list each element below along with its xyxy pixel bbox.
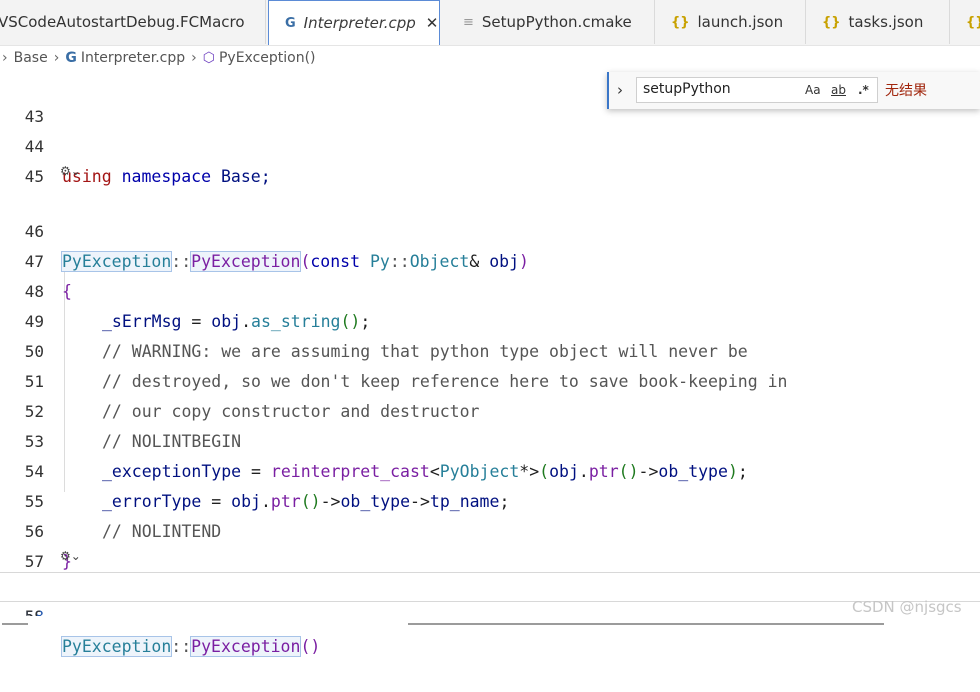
json-file-icon: {} — [822, 14, 841, 30]
cpp-file-icon: G — [285, 15, 296, 31]
line-number: 59 — [12, 602, 40, 616]
code-text: PyException::PyException() — [60, 636, 321, 657]
chevron-right-icon: › — [191, 50, 197, 66]
chevron-right-icon[interactable]: › — [617, 81, 623, 99]
code-text: _sErrMsg = obj.as_string(); — [102, 312, 371, 331]
breadcrumb-file[interactable]: Interpreter.cpp — [81, 50, 185, 66]
tab-label: Interpreter.cpp — [303, 14, 416, 32]
tab-overflow[interactable]: {} — [950, 0, 980, 44]
code-line: 57 — [0, 517, 44, 571]
json-file-icon: {} — [966, 14, 980, 30]
close-icon[interactable]: ✕ — [426, 14, 439, 32]
tab-label: SetupPython.cmake — [481, 13, 632, 31]
cpp-file-icon: G — [65, 50, 77, 66]
code-line: 54 _errorType = obj.ptr()->ob_type->tp_n… — [0, 427, 510, 511]
code-line: 48 _sErrMsg = obj.as_string(); — [0, 247, 371, 331]
code-line: 55 // NOLINTEND — [0, 457, 221, 541]
chevron-right-icon: › — [53, 50, 60, 66]
code-line: 44 using namespace Base; — [0, 102, 271, 186]
regex-toggle[interactable]: .* — [858, 83, 869, 97]
breadcrumb-folder[interactable]: Base — [14, 50, 48, 66]
tab-label: tasks.json — [848, 13, 924, 31]
find-widget: › setupPython Aa ab .* 无结果 — [607, 72, 980, 109]
comment: // NOLINTEND — [102, 522, 222, 541]
code-text: _exceptionType = reinterpret_cast<PyObje… — [102, 462, 748, 481]
comment: // destroyed, so we don't keep reference… — [102, 372, 788, 391]
code-text: using namespace Base; — [62, 167, 271, 186]
tab-label: VSCodeAutostartDebug.FCMacro — [0, 13, 245, 31]
code-text: { — [62, 282, 72, 301]
code-line: 43 — [0, 72, 44, 126]
code-line: 59 { — [0, 602, 40, 616]
codelens-icon[interactable]: ⚙⌄ — [60, 164, 81, 178]
code-line: 52 // NOLINTBEGIN — [0, 367, 241, 451]
cmake-file-icon: ≡ — [463, 14, 474, 30]
code-line: 56 } — [0, 487, 72, 571]
code-line: 47 { — [0, 217, 72, 301]
tab-setuppython-cmake[interactable]: ≡ SetupPython.cmake — [441, 0, 655, 44]
code-line: 58 PyException::PyException() — [0, 572, 320, 657]
tab-tasks-json[interactable]: {} tasks.json — [806, 0, 950, 44]
tab-vscodeautostartdebug[interactable]: VSCodeAutostartDebug.FCMacro — [0, 0, 266, 44]
tab-interpreter-cpp[interactable]: G Interpreter.cpp ✕ — [268, 0, 440, 45]
comment: // our copy constructor and destructor — [102, 402, 480, 421]
code-line: 53 _exceptionType = reinterpret_cast<PyO… — [0, 397, 748, 481]
find-result-status: 无结果 — [885, 83, 927, 99]
code-line: 50 // destroyed, so we don't keep refere… — [0, 307, 788, 391]
code-line: 46 PyException::PyException(const Py::Ob… — [0, 187, 529, 272]
breadcrumb: › Base › G Interpreter.cpp › ⬡ PyExcepti… — [0, 46, 980, 70]
code-line: 45 — [0, 132, 44, 186]
watermark: CSDN @njsgcs — [852, 598, 962, 616]
cube-icon: ⬡ — [202, 50, 215, 66]
comment: // WARNING: we are assuming that python … — [102, 342, 748, 361]
code-line: 49 // WARNING: we are assuming that pyth… — [0, 277, 748, 361]
whole-word-toggle[interactable]: ab — [831, 83, 846, 97]
tab-launch-json[interactable]: {} launch.json — [655, 0, 806, 44]
code-text: _errorType = obj.ptr()->ob_type->tp_name… — [102, 492, 510, 511]
code-text: PyException::PyException(const Py::Objec… — [60, 251, 529, 272]
match-case-toggle[interactable]: Aa — [805, 83, 821, 97]
current-line-highlight — [0, 572, 980, 602]
tab-bar: VSCodeAutostartDebug.FCMacro G Interpret… — [0, 0, 980, 46]
breadcrumb-symbol[interactable]: PyException() — [219, 50, 316, 66]
chevron-right-icon: › — [2, 50, 8, 66]
json-file-icon: {} — [671, 14, 690, 30]
code-line: 51 // our copy constructor and destructo… — [0, 337, 480, 421]
code-editor[interactable]: 43 44 using namespace Base; 45 ⚙⌄ 46 PyE… — [0, 72, 980, 657]
tab-label: launch.json — [697, 13, 784, 31]
comment: // NOLINTBEGIN — [102, 432, 242, 451]
codelens-icon[interactable]: ⚙⌄ — [60, 549, 81, 563]
